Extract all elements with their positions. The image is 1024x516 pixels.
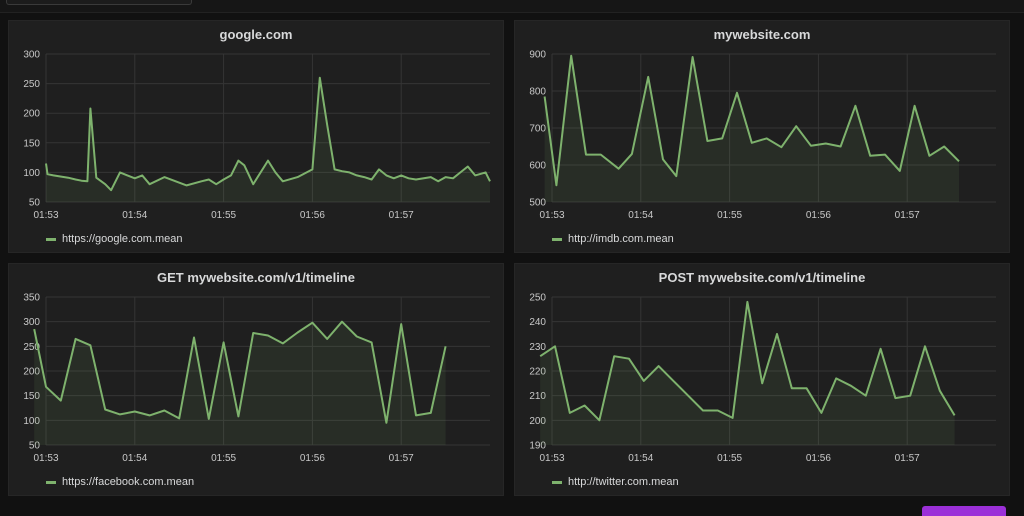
x-tick-label: 01:56 [300,210,325,221]
x-tick-label: 01:54 [628,453,653,464]
x-tick-label: 01:53 [33,453,58,464]
x-tick-label: 01:56 [806,210,831,221]
y-tick-label: 350 [23,293,40,304]
top-bar [0,0,1024,13]
y-tick-label: 300 [23,317,40,328]
chart-post-timeline: 19020021022023024025001:53 01:54 01:55 01:5… [529,293,996,464]
x-tick-label: 01:53 [539,210,564,221]
panel-mywebsite[interactable]: mywebsite.com 500 600 700 800 900 01:53 01:54 0… [514,20,1010,253]
x-tick-label: 01:54 [628,210,653,221]
x-tick-label: 01:53 [539,453,564,464]
legend-label: http://twitter.com.mean [568,476,679,488]
y-tick-label: 200 [23,109,40,120]
legend-swatch [46,237,56,241]
y-tick-label: 900 [529,50,546,61]
y-tick-label: 50 [29,198,41,209]
x-tick-label: 01:56 [806,453,831,464]
chart-get-timeline: 5010015020025030035001:53 01:54 01:55 01:56… [23,293,490,464]
series-area-fill [540,301,955,445]
x-tick-label: 01:55 [717,453,742,464]
legend[interactable]: https://facebook.com.mean [46,476,194,488]
y-tick-label: 150 [23,138,40,149]
x-tick-label: 01:54 [122,210,147,221]
chart-google: 50 100 150 200 250 300 01:53 01:54 01:55 01:56 01:… [23,50,491,221]
y-tick-label: 250 [23,79,40,90]
legend[interactable]: https://google.com.mean [46,233,182,245]
corner-button[interactable] [922,506,1006,516]
panel-get-timeline[interactable]: GET mywebsite.com/v1/timeline 50 100 150 20… [8,263,504,496]
series-area-fill [46,77,490,202]
y-tick-label: 240 [529,317,546,328]
x-tick-label: 01:57 [895,210,920,221]
series-area-fill [34,321,446,445]
y-tick-label: 250 [529,293,546,304]
legend[interactable]: http://twitter.com.mean [552,476,679,488]
x-tick-label: 01:53 [33,210,58,221]
y-tick-label: 700 [529,124,546,135]
legend-label: https://google.com.mean [62,233,183,245]
x-tick-label: 01:54 [122,453,147,464]
x-tick-label: 01:57 [389,453,414,464]
series-area-fill [544,55,959,202]
legend[interactable]: http://imdb.com.mean [552,233,674,245]
x-tick-label: 01:57 [895,453,920,464]
y-tick-label: 600 [529,161,546,172]
y-tick-label: 800 [529,87,546,98]
x-tick-label: 01:55 [211,210,236,221]
y-tick-label: 500 [529,198,546,209]
x-tick-label: 01:56 [300,453,325,464]
legend-swatch [552,237,562,241]
legend-label: https://facebook.com.mean [62,476,195,488]
legend-label: http://imdb.com.mean [568,233,674,245]
y-tick-label: 300 [23,50,40,61]
legend-swatch [552,480,562,484]
y-tick-label: 100 [23,168,40,179]
search-input[interactable] [6,0,192,5]
x-tick-label: 01:57 [389,210,414,221]
panel-google[interactable]: google.com 50 100 150 200 250 300 01:53 01:54 01… [8,20,504,253]
chart-mywebsite: 500 600 700 800 900 01:53 01:54 01:55 01:56 01:57 [529,50,996,221]
panel-post-timeline[interactable]: POST mywebsite.com/v1/timeline 190 200 210… [514,263,1010,496]
legend-swatch [46,480,56,484]
y-tick-label: 230 [529,342,546,353]
x-tick-label: 01:55 [717,210,742,221]
x-tick-label: 01:55 [211,453,236,464]
